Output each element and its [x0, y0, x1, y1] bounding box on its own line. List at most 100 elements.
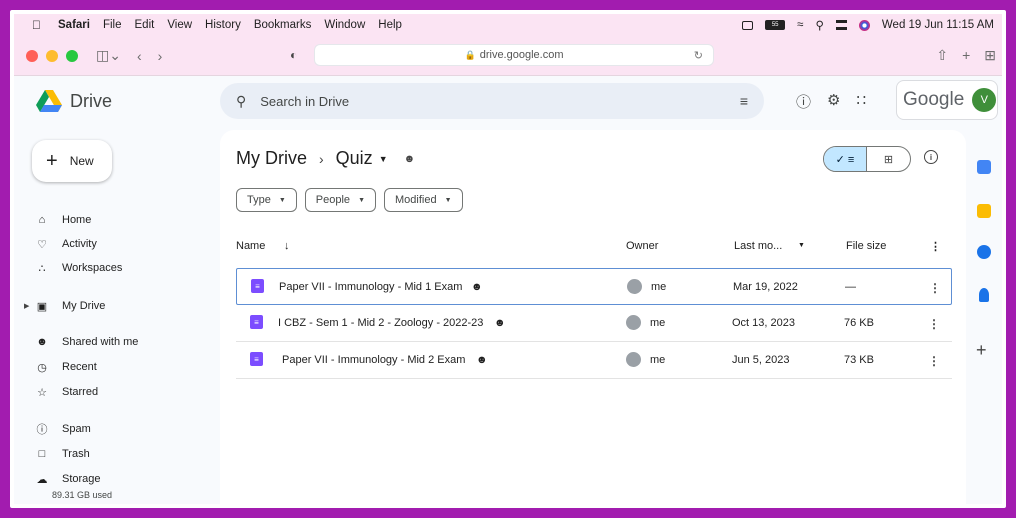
safari-toolbar: ◫⌄ ‹ › ◐ 🔒 drive.google.com ↻ ⇧ + ⊞	[14, 36, 1002, 76]
chip-label: Type	[247, 194, 271, 206]
sidebar-item-storage[interactable]: ☁ Storage	[34, 469, 101, 489]
more-actions-icon[interactable]: ⋮	[928, 354, 940, 368]
more-actions-icon[interactable]: ⋮	[928, 317, 940, 331]
owner-avatar-icon	[627, 279, 642, 294]
calendar-icon[interactable]	[977, 160, 991, 174]
column-owner[interactable]: Owner	[626, 240, 658, 252]
settings-icon[interactable]: ⚙	[827, 91, 840, 112]
tasks-icon[interactable]	[977, 245, 991, 259]
search-options-icon[interactable]: ≡	[740, 93, 748, 109]
sidebar-item-activity[interactable]: ♡ Activity	[34, 234, 97, 254]
sidebar-item-recent[interactable]: ◷ Recent	[34, 357, 97, 377]
contacts-icon[interactable]	[979, 288, 989, 302]
account-area[interactable]: Google V	[896, 80, 998, 120]
zoom-window-button[interactable]	[66, 49, 78, 62]
sidebar-item-starred[interactable]: ☆ Starred	[34, 382, 98, 402]
search-bar[interactable]: ⚲ Search in Drive ≡	[220, 83, 764, 119]
info-icon[interactable]: i	[924, 150, 938, 164]
forms-icon: ≡	[250, 352, 263, 366]
traffic-lights	[26, 49, 78, 62]
sidebar-item-label: Storage	[62, 473, 101, 485]
column-name[interactable]: Name	[236, 240, 265, 252]
filter-type[interactable]: Type ▼	[236, 188, 297, 212]
shared-icon: ☻	[494, 317, 506, 329]
new-tab-icon[interactable]: +	[962, 47, 970, 64]
reload-icon[interactable]: ↻	[694, 49, 703, 62]
forms-icon: ≡	[250, 315, 263, 329]
chevron-down-icon[interactable]: ▼	[798, 242, 805, 249]
file-size: 73 KB	[844, 354, 874, 366]
more-icon[interactable]: ⋮	[930, 240, 941, 253]
share-icon[interactable]: ⇧	[936, 47, 948, 64]
drive-logo-icon	[36, 90, 62, 112]
last-modified: Jun 5, 2023	[732, 354, 790, 366]
sort-arrow-icon[interactable]: ↓	[284, 240, 290, 252]
menu-help[interactable]: Help	[378, 19, 402, 31]
drive-logo[interactable]: Drive	[36, 90, 112, 112]
more-actions-icon[interactable]: ⋮	[929, 281, 941, 295]
avatar[interactable]: V	[972, 88, 997, 112]
file-name: Paper VII - Immunology - Mid 2 Exam	[282, 354, 466, 366]
menu-window[interactable]: Window	[324, 19, 365, 31]
sidebar-item-workspaces[interactable]: ∴ Workspaces	[34, 258, 123, 278]
back-icon[interactable]: ‹	[137, 48, 142, 64]
menu-edit[interactable]: Edit	[135, 19, 155, 31]
tab-overview-icon[interactable]: ⊞	[984, 47, 996, 64]
bell-icon: ♡	[37, 238, 47, 251]
menu-safari[interactable]: Safari	[58, 19, 90, 31]
control-center-icon[interactable]	[835, 20, 847, 30]
spotlight-icon[interactable]: ⚲	[815, 18, 823, 32]
list-view-button[interactable]: ✓ ≡	[824, 147, 868, 171]
address-bar[interactable]: 🔒 drive.google.com ↻	[314, 44, 714, 66]
toolbar-right: ⇧ + ⊞	[936, 47, 996, 64]
table-row[interactable]: ≡ Paper VII - Immunology - Mid 2 Exam ☻ …	[236, 342, 952, 379]
sidebar-item-home[interactable]: ⌂ Home	[34, 210, 92, 230]
main-content: My Drive › Quiz ▼ ☻ ✓ ≡ ⊞ i Type ▼ People…	[220, 130, 966, 504]
menubar-clock[interactable]: Wed 19 Jun 11:15 AM	[882, 19, 994, 31]
sidebar-item-label: Spam	[62, 423, 91, 435]
add-addon-icon[interactable]: +	[976, 340, 987, 361]
chevron-down-icon: ▼	[358, 196, 365, 204]
column-file-size[interactable]: File size	[846, 240, 886, 252]
sidebar-item-shared[interactable]: ☻ Shared with me	[34, 332, 138, 352]
privacy-shield-icon[interactable]: ◐	[290, 48, 297, 62]
search-input[interactable]: Search in Drive	[260, 94, 349, 109]
chevron-down-icon[interactable]: ▼	[379, 154, 388, 164]
table-row[interactable]: ≡ Paper VII - Immunology - Mid 1 Exam ☻ …	[236, 268, 952, 305]
sidebar-toggle-icon[interactable]: ◫⌄	[96, 47, 121, 64]
menu-history[interactable]: History	[205, 19, 241, 31]
minimize-window-button[interactable]	[46, 49, 58, 62]
battery-icon[interactable]: 55	[765, 20, 786, 30]
sidebar-item-label: Trash	[62, 448, 90, 460]
sidebar-item-my-drive[interactable]: ▣ My Drive	[34, 296, 106, 316]
forward-icon[interactable]: ›	[158, 48, 163, 64]
table-row[interactable]: ≡ I CBZ - Sem 1 - Mid 2 - Zoology - 2022…	[236, 305, 952, 342]
filter-modified[interactable]: Modified ▼	[384, 188, 463, 212]
close-window-button[interactable]	[26, 49, 38, 62]
siri-icon[interactable]	[858, 19, 870, 31]
breadcrumb-current[interactable]: Quiz	[336, 148, 373, 169]
breadcrumb-root[interactable]: My Drive	[236, 148, 307, 169]
expand-caret-icon[interactable]: ▶	[24, 302, 29, 310]
help-icon[interactable]: ⓘ	[796, 91, 811, 112]
column-last-modified[interactable]: Last mo...	[734, 240, 782, 252]
new-button[interactable]: + New	[32, 140, 112, 182]
sidebar-item-trash[interactable]: □ Trash	[34, 444, 90, 464]
screen-mirroring-icon[interactable]	[742, 20, 754, 30]
sidebar-item-spam[interactable]: ⓘ Spam	[34, 419, 91, 439]
apple-icon[interactable]: 	[32, 18, 48, 32]
drive-header: Drive ⚲ Search in Drive ≡ ⓘ ⚙ ∷ Google V	[14, 76, 1002, 126]
workspaces-icon: ∴	[38, 262, 46, 275]
spam-icon: ⓘ	[36, 424, 48, 436]
filter-people[interactable]: People ▼	[304, 188, 376, 212]
grid-view-button[interactable]: ⊞	[867, 147, 910, 171]
keep-icon[interactable]	[977, 204, 991, 218]
menu-view[interactable]: View	[167, 19, 192, 31]
menu-bookmarks[interactable]: Bookmarks	[254, 19, 312, 31]
wifi-icon[interactable]: ≈	[797, 19, 803, 31]
menu-file[interactable]: File	[103, 19, 122, 31]
file-size: 76 KB	[844, 317, 874, 329]
apps-grid-icon[interactable]: ∷	[856, 91, 866, 112]
view-toggle[interactable]: ✓ ≡ ⊞	[823, 146, 911, 172]
breadcrumb: My Drive › Quiz ▼ ☻	[236, 148, 415, 169]
